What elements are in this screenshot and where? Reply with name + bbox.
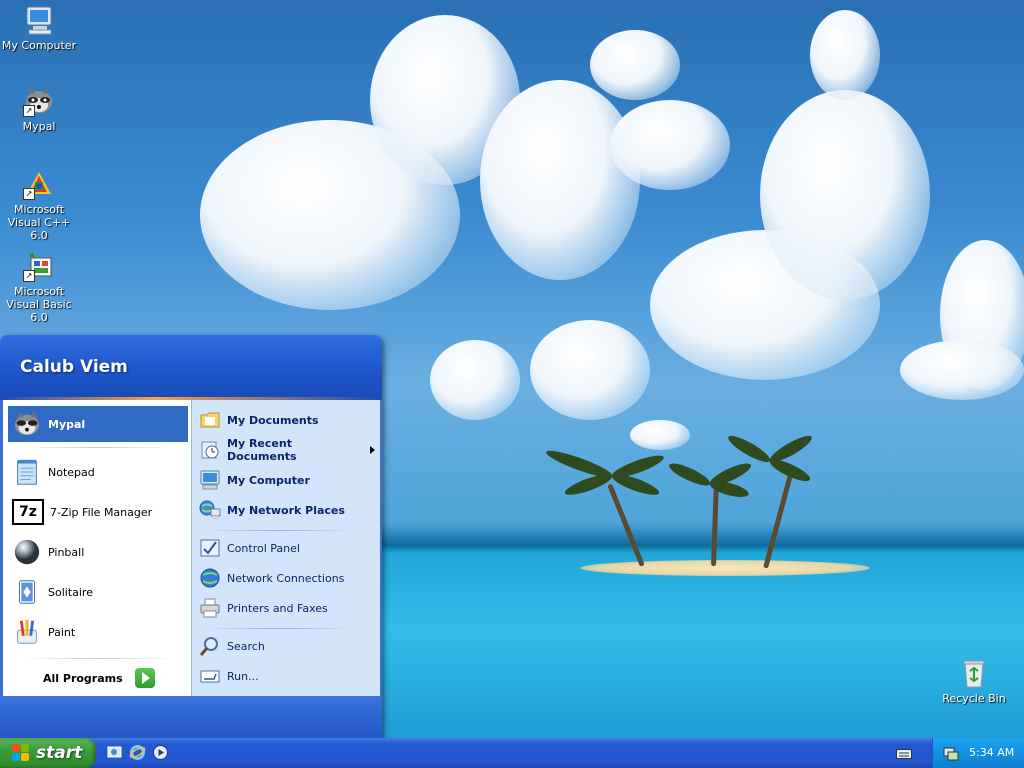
mypal-icon: ↗ — [23, 85, 55, 117]
start-menu: Calub Viem Mypal Notepad 7z 7-Zip File M… — [0, 335, 382, 740]
all-programs-button[interactable]: All Programs — [43, 664, 183, 692]
desktop-icon-label: My Computer — [1, 39, 77, 52]
network-connections-icon — [199, 567, 221, 589]
pinball-icon — [12, 537, 42, 567]
menu-item-search[interactable]: Search — [197, 632, 375, 660]
7zip-icon: 7z — [12, 499, 44, 525]
show-desktop-icon[interactable] — [106, 744, 123, 761]
menu-item-7zip[interactable]: 7z 7-Zip File Manager — [8, 494, 188, 530]
separator — [23, 447, 173, 448]
menu-item-label: My Computer — [227, 473, 310, 487]
my-computer-icon — [199, 469, 221, 491]
desktop-icon-label: Microsoft Visual Basic 6.0 — [6, 285, 72, 324]
all-programs-label: All Programs — [43, 671, 123, 685]
7zip-icon-text: 7z — [19, 504, 37, 520]
network-places-icon — [199, 499, 221, 521]
start-label: start — [36, 743, 83, 763]
menu-item-my-computer[interactable]: My Computer — [197, 466, 375, 494]
menu-item-recent-documents[interactable]: My Recent Documents — [197, 436, 375, 464]
menu-item-my-documents[interactable]: My Documents — [197, 406, 375, 434]
paint-icon — [12, 617, 42, 647]
separator — [204, 530, 354, 531]
menu-item-mypal[interactable]: Mypal — [8, 406, 188, 442]
clock[interactable]: 5:34 AM — [969, 746, 1014, 759]
start-menu-footer — [0, 696, 382, 740]
menu-item-label: My Recent Documents — [227, 437, 297, 463]
menu-item-label: Mypal — [48, 417, 86, 431]
menu-item-label: Network Connections — [227, 571, 345, 585]
desktop-icon-label: Recycle Bin — [942, 692, 1006, 705]
menu-item-label: Printers and Faxes — [227, 601, 328, 615]
visual-cpp-icon: ↗ — [23, 168, 55, 200]
recent-documents-icon — [199, 439, 221, 461]
desktop-icon-label: Mypal — [22, 120, 56, 133]
internet-explorer-icon[interactable] — [129, 744, 146, 761]
recycle-bin-icon — [958, 657, 990, 689]
menu-item-label: 7-Zip File Manager — [50, 505, 153, 519]
start-button[interactable]: start — [0, 738, 96, 768]
menu-item-label: Control Panel — [227, 541, 300, 555]
desktop: My Computer ↗ Mypal ↗ Microsoft Visual C… — [0, 0, 1024, 768]
desktop-icon-label: Microsoft Visual C++ 6.0 — [7, 203, 71, 242]
menu-item-network-places[interactable]: My Network Places — [197, 496, 375, 524]
keyboard-icon[interactable] — [896, 746, 912, 760]
control-panel-icon — [199, 537, 221, 559]
visual-basic-icon: ↗ — [23, 250, 55, 282]
user-name: Calub Viem — [20, 357, 128, 377]
mypal-icon — [12, 409, 42, 439]
menu-item-paint[interactable]: Paint — [8, 614, 188, 650]
menu-item-notepad[interactable]: Notepad — [8, 454, 188, 490]
menu-item-printers-faxes[interactable]: Printers and Faxes — [197, 594, 375, 622]
desktop-icon-visual-cpp[interactable]: ↗ Microsoft Visual C++ 6.0 — [0, 168, 79, 242]
menu-item-label: Paint — [48, 625, 76, 639]
arrow-right-icon — [134, 668, 155, 688]
menu-item-label: Run... — [227, 669, 259, 683]
windows-logo-icon — [12, 744, 30, 762]
desktop-icon-mypal[interactable]: ↗ Mypal — [0, 85, 79, 133]
menu-item-label: Search — [227, 639, 265, 653]
start-menu-header: Calub Viem — [0, 335, 382, 397]
media-player-icon[interactable] — [152, 744, 169, 761]
network-status-icon[interactable] — [943, 745, 959, 761]
run-icon — [199, 665, 221, 687]
menu-item-label: Notepad — [48, 465, 95, 479]
my-documents-icon — [199, 409, 221, 431]
system-tray: 5:34 AM — [932, 738, 1024, 768]
separator — [204, 628, 354, 629]
printers-icon — [199, 597, 221, 619]
submenu-arrow-icon — [370, 446, 375, 454]
menu-item-label: Solitaire — [48, 585, 93, 599]
start-menu-left-panel: Mypal Notepad 7z 7-Zip File Manager Pinb… — [3, 400, 191, 696]
menu-item-pinball[interactable]: Pinball — [8, 534, 188, 570]
search-icon — [199, 635, 221, 657]
menu-item-label: My Documents — [227, 413, 319, 427]
solitaire-icon — [12, 577, 42, 607]
menu-item-label: My Network Places — [227, 503, 345, 517]
taskbar: start 5:34 AM — [0, 738, 1024, 768]
desktop-icon-my-computer[interactable]: My Computer — [0, 4, 79, 52]
desktop-icon-recycle-bin[interactable]: Recycle Bin — [934, 657, 1014, 705]
menu-item-label: Pinball — [48, 545, 85, 559]
start-menu-right-panel: My Documents My Recent Documents My Comp… — [191, 400, 380, 696]
menu-item-solitaire[interactable]: Solitaire — [8, 574, 188, 610]
my-computer-icon — [23, 4, 55, 36]
notepad-icon — [12, 457, 42, 487]
menu-item-control-panel[interactable]: Control Panel — [197, 534, 375, 562]
quick-launch — [106, 744, 176, 762]
separator — [23, 658, 173, 659]
menu-item-run[interactable]: Run... — [197, 662, 375, 690]
desktop-icon-visual-basic[interactable]: ↗ Microsoft Visual Basic 6.0 — [0, 250, 79, 324]
menu-item-network-connections[interactable]: Network Connections — [197, 564, 375, 592]
